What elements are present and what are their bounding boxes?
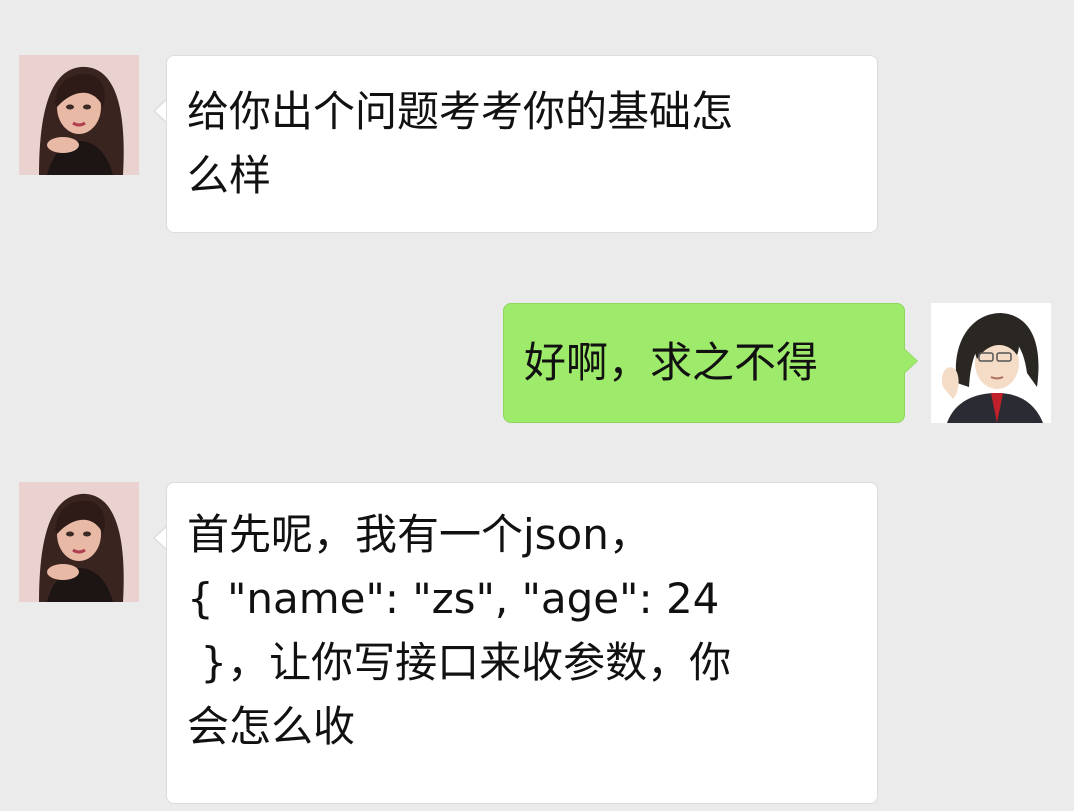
female-avatar-icon[interactable] xyxy=(19,482,139,602)
female-avatar-icon[interactable] xyxy=(19,55,139,175)
message-text-line: 首先呢，我有一个json， xyxy=(187,510,651,559)
bubble-tail xyxy=(904,349,917,373)
message-text-line: 么样 xyxy=(187,151,272,200)
message-text-line: }，让你写接口来收参数，你 xyxy=(187,638,732,687)
male-avatar-icon[interactable] xyxy=(931,303,1051,423)
outgoing-message-bubble[interactable]: 好啊，求之不得 xyxy=(503,303,905,423)
message-text-line: { "name": "zs", "age": 24 xyxy=(187,574,720,623)
incoming-message-bubble[interactable]: 首先呢，我有一个json， { "name": "zs", "age": 24 … xyxy=(166,482,878,804)
message-text-line: 好啊，求之不得 xyxy=(524,338,819,387)
message-text-line: 给你出个问题考考你的基础怎 xyxy=(187,87,734,136)
incoming-message-bubble[interactable]: 给你出个问题考考你的基础怎 么样 xyxy=(166,55,878,233)
message-text-line: 会怎么收 xyxy=(187,702,356,751)
